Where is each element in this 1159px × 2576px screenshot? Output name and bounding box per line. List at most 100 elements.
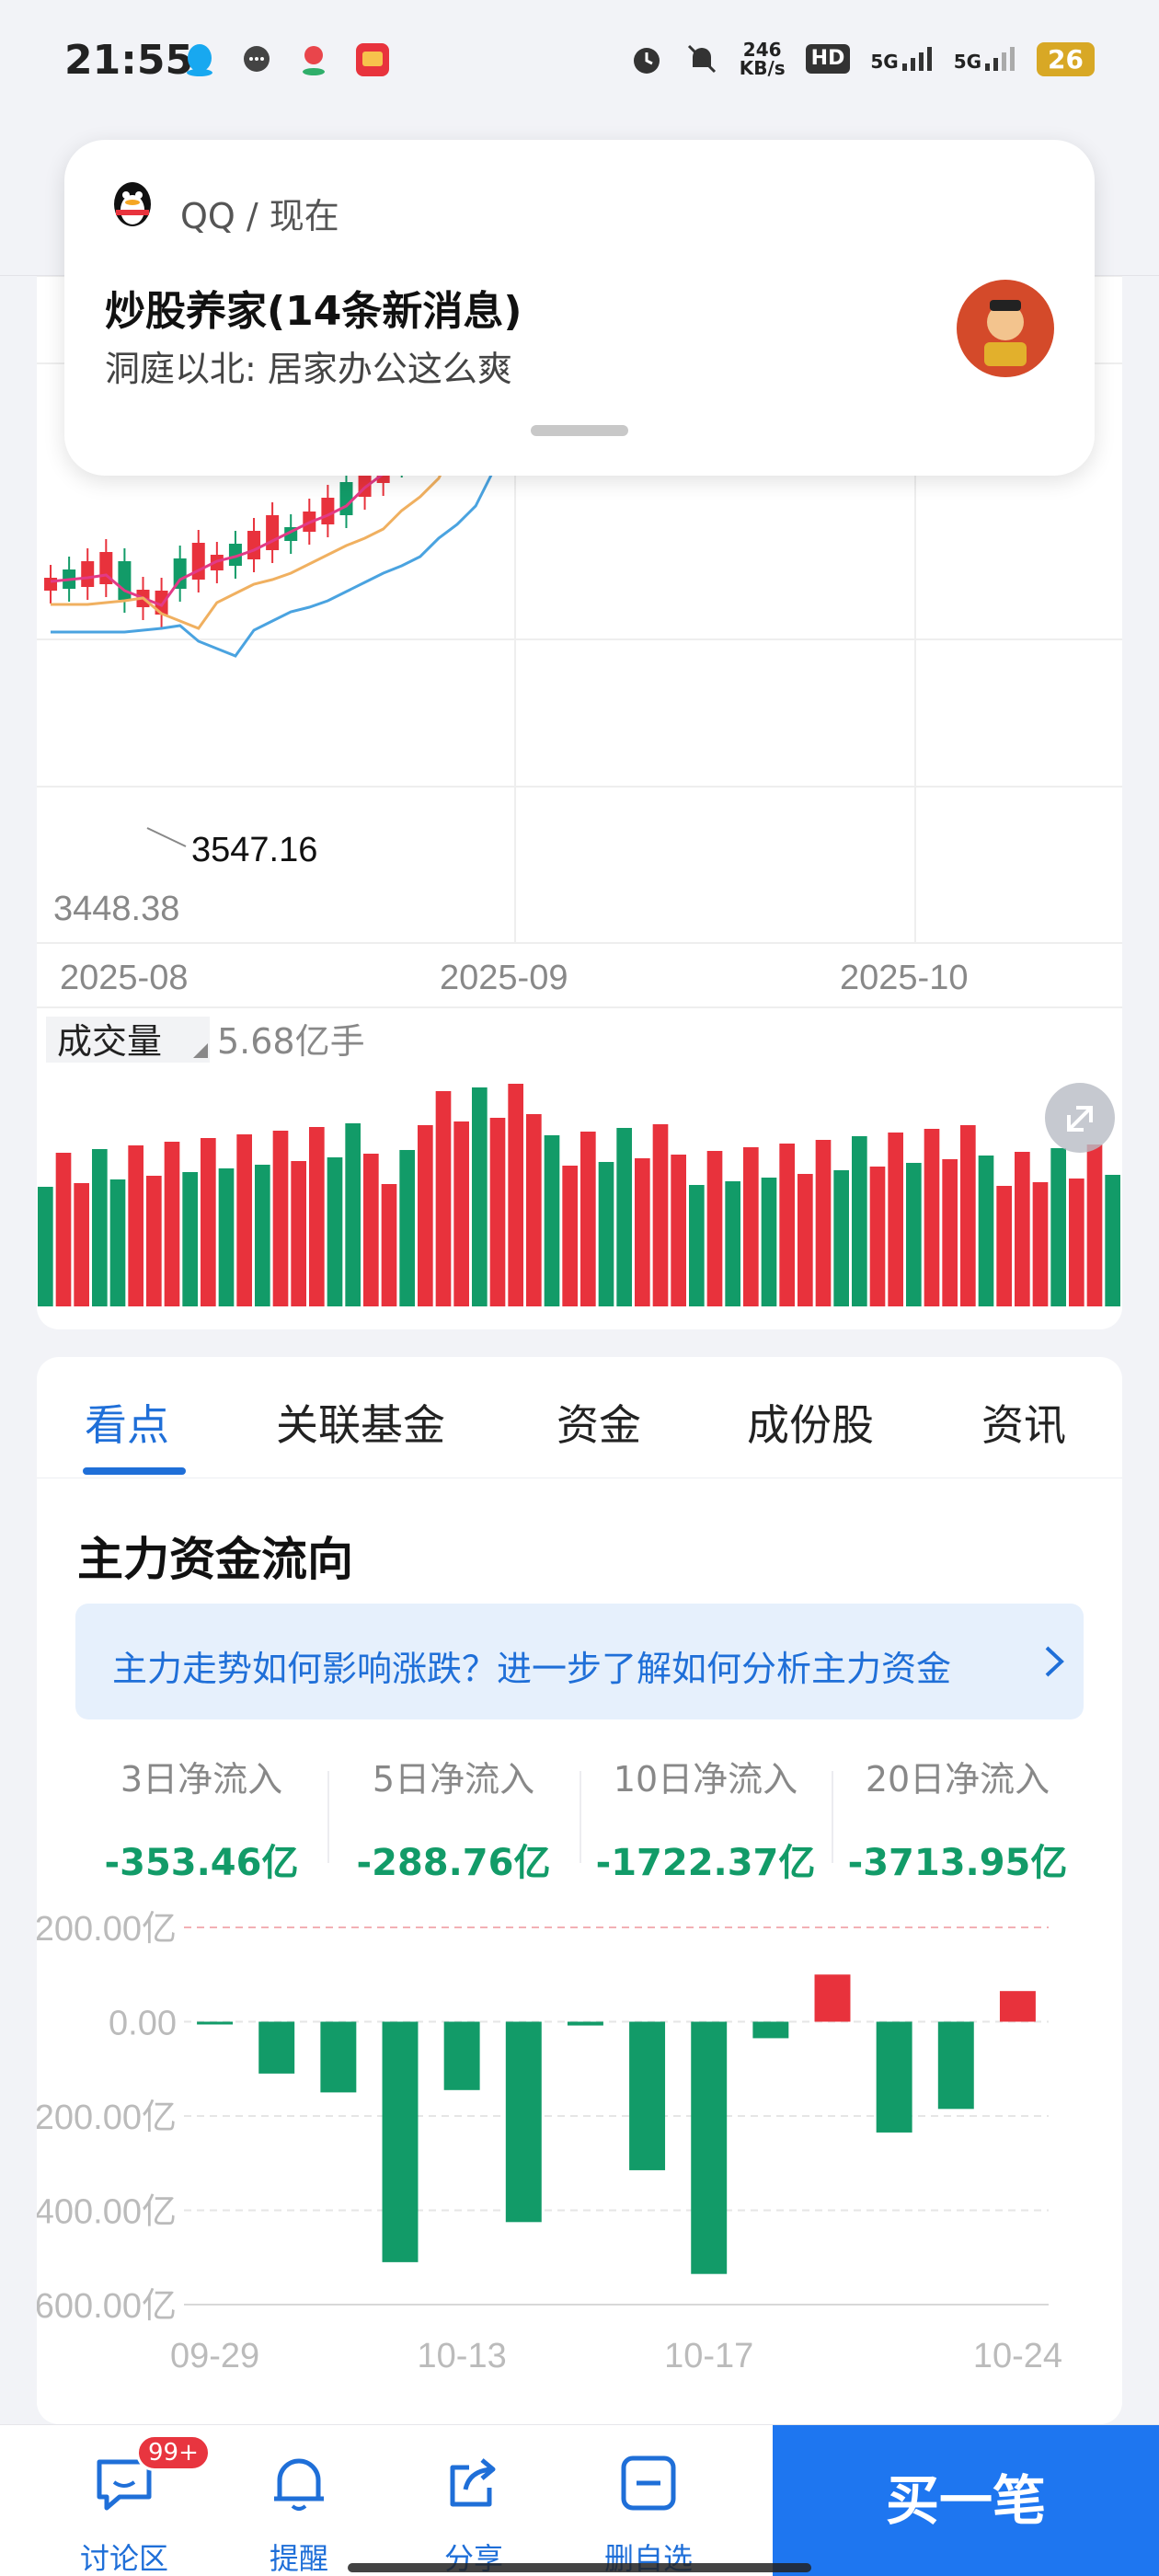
flow-bar <box>443 2021 480 2090</box>
signal-2: 5G <box>954 47 1016 71</box>
kline-candle <box>266 515 280 550</box>
signal-1-label: 5G <box>870 51 899 73</box>
nav-share[interactable]: 分享 <box>405 2425 543 2576</box>
kline-volume-bar <box>743 1147 759 1306</box>
kline-volume-bar <box>472 1087 488 1306</box>
info-banner[interactable]: 主力走势如何影响涨跌？进一步了解如何分析主力资金 <box>75 1604 1084 1719</box>
flow-bar <box>752 2021 789 2039</box>
kline-candle <box>339 482 353 515</box>
kline-volume-bar <box>1105 1175 1120 1306</box>
kline-volume-bar <box>272 1131 289 1306</box>
kline-volume-bar <box>309 1127 325 1306</box>
kline-volume-bar <box>128 1145 143 1306</box>
tab-constituents[interactable]: 成份股 <box>747 1392 874 1453</box>
kline-volume-bar <box>833 1170 849 1306</box>
flow-y-axis: 200.00亿 0.00 -200.00亿 -400.00亿 -600.00亿 <box>37 1910 177 2326</box>
nav-label: 讨论区 <box>79 2541 168 2576</box>
notification-message: 洞庭以北: 居家办公这么爽 <box>105 349 512 389</box>
nav-remove-watchlist[interactable]: 删自选 <box>580 2425 717 2576</box>
kline-volume-bars <box>38 1084 1120 1306</box>
taobao-icon <box>356 43 389 76</box>
stat-label: 3日净流入 <box>120 1759 283 1800</box>
kline-volume-bar <box>109 1179 126 1306</box>
flow-bar <box>629 2021 666 2170</box>
nav-discussion[interactable]: 99+ 讨论区 <box>55 2425 211 2576</box>
kline-volume-bar <box>55 1153 72 1306</box>
nav-reminder[interactable]: 提醒 <box>230 2425 368 2576</box>
flow-x-axis: 09-29 10-13 10-17 10-24 <box>170 2337 1062 2375</box>
kline-volume-bar <box>906 1163 922 1306</box>
volume-label: 成交量 <box>57 1021 162 1062</box>
kline-volume-bar <box>689 1185 705 1306</box>
kline-volume-bar <box>92 1149 108 1306</box>
bottom-nav: 99+ 讨论区 提醒 分享 删自选 买一笔 <box>0 2424 1159 2576</box>
kline-volume-bar <box>635 1158 650 1306</box>
signal-bars-icon <box>985 47 1016 71</box>
kline-volume-bar <box>38 1187 53 1306</box>
kline-volume-bar <box>978 1156 994 1306</box>
network-speed-value: 246 <box>742 39 782 61</box>
status-bar: 21:55 246 KB/s HD 5G 5G 26 <box>0 0 1159 120</box>
flow-x-tick-label: 09-29 <box>170 2337 259 2375</box>
kline-volume-bar <box>164 1142 180 1306</box>
net-inflow-stats: 3日净流入 -353.46亿 5日净流入 -288.76亿 10日净流入 -17… <box>75 1743 1084 1891</box>
signal-2-label: 5G <box>953 51 982 73</box>
active-tab-indicator <box>83 1467 186 1475</box>
kline-volume-bar <box>1069 1179 1084 1306</box>
bell-icon <box>274 2458 324 2511</box>
kline-volume-bar <box>616 1128 632 1306</box>
kline-date-label: 2025-09 <box>440 959 568 997</box>
tab-highlights[interactable]: 看点 <box>85 1392 169 1453</box>
flow-bar <box>876 2021 912 2133</box>
status-time: 21:55 <box>64 37 194 84</box>
main-flow-chart[interactable]: 200.00亿 0.00 -200.00亿 -400.00亿 -600.00亿 09-2… <box>37 1900 1122 2424</box>
qq-notification[interactable]: QQ / 现在 炒股养家(14条新消息) 洞庭以北: 居家办公这么爽 <box>64 140 1095 476</box>
flow-bar <box>197 2021 234 2025</box>
tab-related-funds[interactable]: 关联基金 <box>276 1392 445 1453</box>
flow-grid <box>184 1926 1049 2306</box>
kline-volume-bar <box>1050 1148 1066 1306</box>
network-speed-unit: KB/s <box>739 57 786 79</box>
kline-volume-bar <box>996 1186 1012 1306</box>
status-notification-icons <box>184 42 390 77</box>
battery-indicator: 26 <box>1037 41 1095 76</box>
share-icon <box>450 2458 496 2507</box>
flow-y-tick-label: 0.00 <box>109 2005 177 2043</box>
kline-volume-bar <box>671 1155 686 1306</box>
network-speed: 246 KB/s <box>740 40 786 77</box>
kline-min-label: 3448.38 <box>53 890 179 928</box>
stat-label: 20日净流入 <box>865 1759 1050 1800</box>
kline-volume-bar <box>453 1121 469 1306</box>
kline-date-label: 2025-08 <box>60 959 188 997</box>
notification-handle[interactable] <box>531 425 628 436</box>
kline-volume-bar <box>888 1133 903 1306</box>
flow-bar <box>999 1991 1036 2022</box>
hd-indicator: HD <box>805 44 851 74</box>
tab-news[interactable]: 资讯 <box>981 1392 1066 1453</box>
kline-volume-bar <box>761 1178 777 1306</box>
chevron-right-icon <box>1045 1646 1064 1677</box>
kline-volume-bar <box>327 1157 343 1306</box>
kline-volume-bar <box>706 1151 723 1306</box>
kline-volume-bar <box>146 1176 162 1306</box>
kline-candle <box>321 498 335 524</box>
stat-value: -353.46亿 <box>104 1842 299 1884</box>
stat-10day: 10日净流入 -1722.37亿 <box>580 1743 832 1891</box>
kline-volume-bar <box>580 1132 596 1306</box>
kline-volume-bar <box>201 1138 216 1306</box>
kline-date-label: 2025-10 <box>840 959 968 997</box>
flow-bar <box>382 2021 419 2262</box>
tab-capital[interactable]: 资金 <box>557 1392 641 1453</box>
kline-candle <box>247 531 261 559</box>
flow-y-tick-label: -400.00亿 <box>37 2193 177 2232</box>
kline-volume-bar <box>381 1184 397 1306</box>
flow-x-tick-label: 10-17 <box>664 2337 753 2375</box>
volume-value: 5.68亿手 <box>217 1021 365 1062</box>
home-indicator[interactable] <box>348 2563 811 2572</box>
buy-button[interactable]: 买一笔 <box>773 2425 1159 2576</box>
sender-avatar <box>957 280 1054 377</box>
signal-1: 5G <box>870 47 933 71</box>
stat-value: -3713.95亿 <box>847 1842 1068 1884</box>
stat-20day: 20日净流入 -3713.95亿 <box>832 1743 1084 1891</box>
minus-square-icon <box>621 2455 676 2511</box>
